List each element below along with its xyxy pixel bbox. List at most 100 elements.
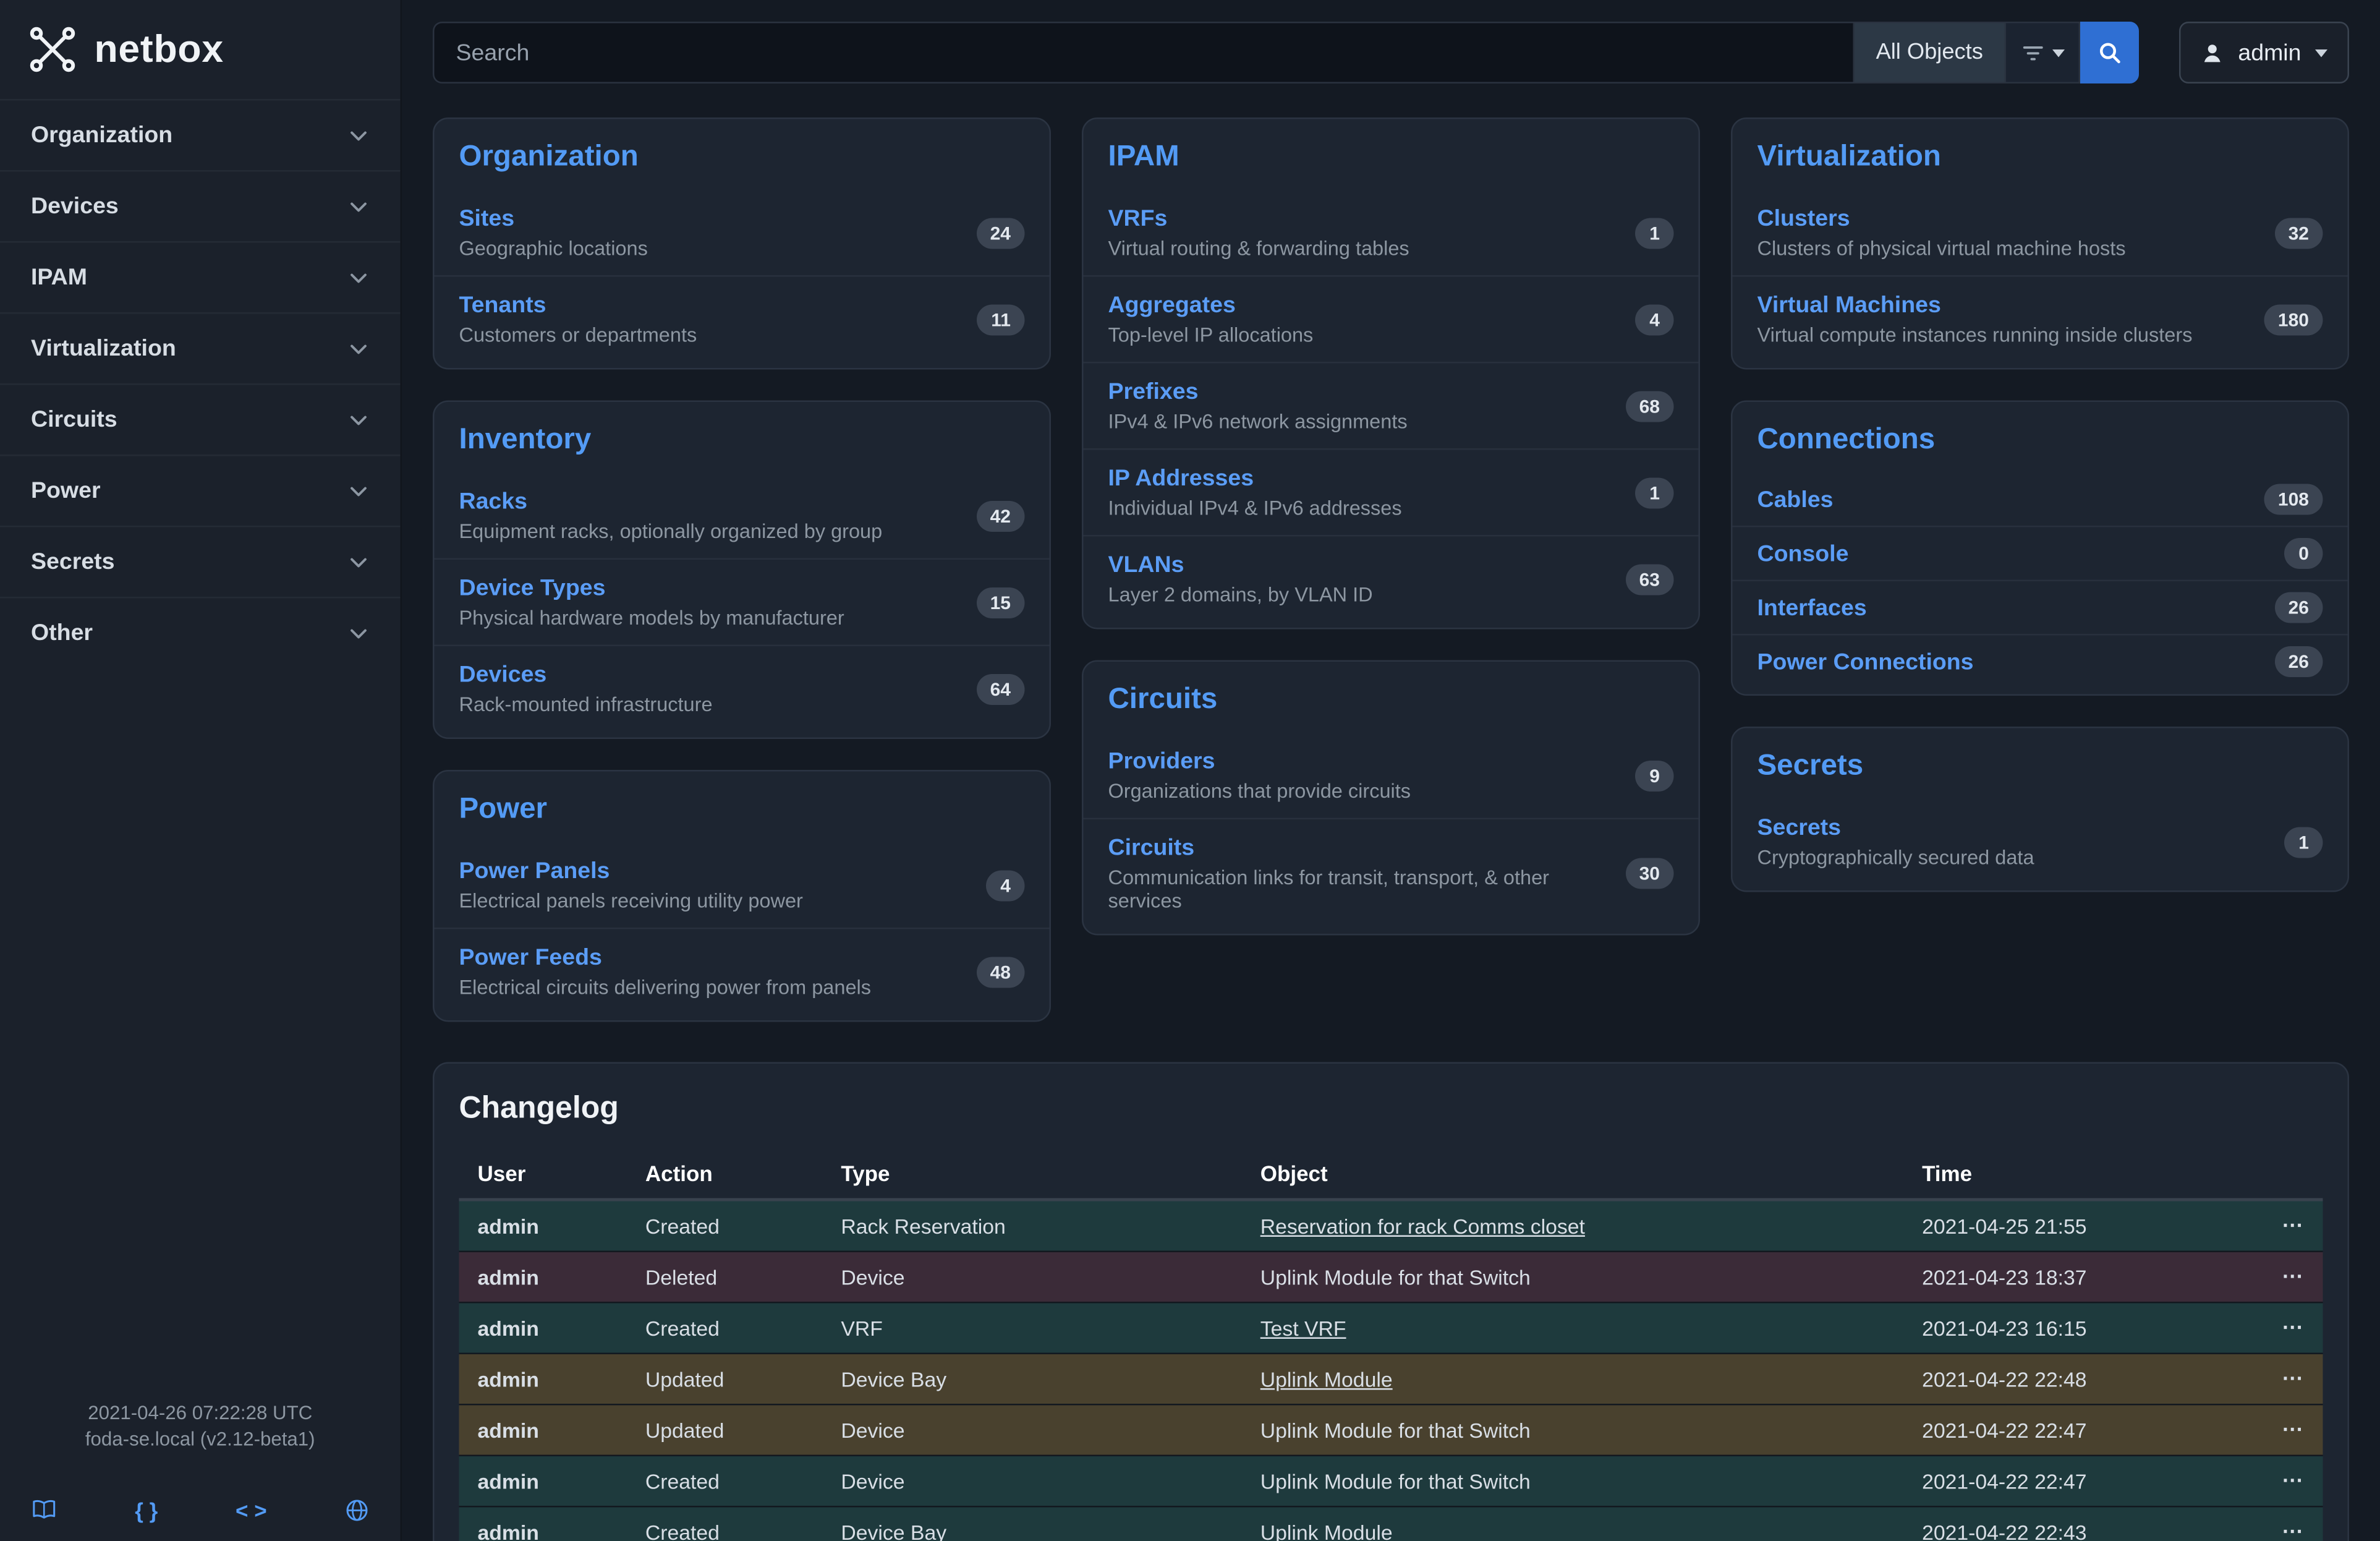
dashboard-link-aggregates[interactable]: AggregatesTop-level IP allocations4 [1084, 275, 1699, 362]
card-title: Connections [1733, 402, 2348, 473]
changelog-object-link[interactable]: Uplink Module [1260, 1367, 1393, 1391]
changelog-object-link[interactable]: Reservation for rack Comms closet [1260, 1214, 1585, 1238]
count-badge: 4 [987, 869, 1025, 900]
count-badge: 11 [977, 304, 1025, 335]
sidebar-item-devices[interactable]: Devices [0, 170, 401, 241]
row-actions-button[interactable]: ⋯ [2248, 1506, 2323, 1541]
changelog-row: adminDeletedDeviceUplink Module for that… [459, 1252, 2323, 1303]
dashboard-link-power-feeds[interactable]: Power Feeds Electrical circuits deliverin… [435, 928, 1050, 1014]
item-title[interactable]: Circuits [1108, 835, 1610, 861]
count-badge: 108 [2264, 484, 2323, 515]
sidebar-item-organization[interactable]: Organization [0, 99, 401, 170]
item-title[interactable]: Power Connections [1757, 649, 1974, 675]
code-icon[interactable]: < > [236, 1499, 267, 1521]
item-title[interactable]: Power Panels [459, 858, 803, 885]
count-badge: 63 [1625, 563, 1673, 594]
dashboard-link-vrfs[interactable]: VRFsVirtual routing & forwarding tables1 [1084, 190, 1699, 276]
community-globe-icon[interactable] [344, 1498, 369, 1522]
changelog-object-link[interactable]: Test VRF [1260, 1317, 1346, 1340]
item-title[interactable]: Console [1757, 540, 1849, 567]
item-title[interactable]: Racks [459, 489, 883, 515]
dashboard-link-providers[interactable]: ProvidersOrganizations that provide circ… [1084, 733, 1699, 818]
sidebar-item-secrets[interactable]: Secrets [0, 526, 401, 597]
item-title[interactable]: Aggregates [1108, 292, 1314, 319]
sidebar-item-circuits[interactable]: Circuits [0, 383, 401, 455]
chevron-down-icon [348, 622, 370, 644]
object-type-selector[interactable]: All Objects [1853, 22, 2006, 83]
item-title[interactable]: VRFs [1108, 206, 1409, 233]
changelog-action: Created [627, 1200, 823, 1252]
dashboard-link-console[interactable]: Console 0 [1733, 526, 2348, 580]
chevron-down-icon [348, 480, 370, 502]
changelog-col-action: Action [627, 1149, 823, 1200]
filter-dropdown-button[interactable] [2006, 22, 2080, 83]
dashboard-link-sites[interactable]: SitesGeographic locations24 [435, 190, 1050, 276]
item-description: Electrical circuits delivering power fro… [459, 976, 872, 999]
card-title: Secrets [1733, 728, 2348, 800]
item-title[interactable]: Tenants [459, 292, 697, 319]
caret-down-icon [2315, 49, 2327, 57]
dashboard-link-devices[interactable]: DevicesRack-mounted infrastructure64 [435, 645, 1050, 732]
brand[interactable]: netbox [0, 0, 401, 99]
footer-host-version: foda-se.local (v2.12-beta1) [22, 1427, 379, 1454]
item-text: ProvidersOrganizations that provide circ… [1108, 748, 1411, 803]
row-actions-button[interactable]: ⋯ [2248, 1354, 2323, 1405]
count-badge: 0 [2285, 538, 2323, 569]
search-submit-button[interactable] [2080, 22, 2139, 83]
item-title[interactable]: Virtual Machines [1757, 292, 2193, 319]
dashboard-link-cables[interactable]: Cables 108 [1733, 473, 2348, 526]
dashboard-link-prefixes[interactable]: PrefixesIPv4 & IPv6 network assignments6… [1084, 362, 1699, 448]
chevron-down-icon [348, 267, 370, 288]
item-title[interactable]: Interfaces [1757, 594, 1867, 621]
item-title[interactable]: VLANs [1108, 552, 1373, 579]
item-title[interactable]: Power Feeds [459, 945, 872, 971]
sidebar-item-label: Virtualization [31, 336, 176, 362]
item-text: Device TypesPhysical hardware models by … [459, 575, 844, 630]
dashboard-grid: OrganizationSitesGeographic locations24T… [433, 117, 2349, 1022]
item-title[interactable]: Devices [459, 662, 713, 688]
dashboard-link-tenants[interactable]: TenantsCustomers or departments11 [435, 275, 1050, 362]
sidebar-item-virtualization[interactable]: Virtualization [0, 312, 401, 383]
item-title[interactable]: Sites [459, 206, 648, 233]
sidebar-item-power[interactable]: Power [0, 455, 401, 526]
item-title[interactable]: Prefixes [1108, 379, 1408, 406]
dashboard-link-clusters[interactable]: ClustersClusters of physical virtual mac… [1733, 190, 2348, 276]
item-title[interactable]: Providers [1108, 748, 1411, 775]
changelog-object-link[interactable]: Uplink Module [1260, 1521, 1393, 1541]
docs-book-icon[interactable] [31, 1498, 57, 1522]
sidebar-footer-icons: { } < > [22, 1498, 379, 1522]
item-description: IPv4 & IPv6 network assignments [1108, 410, 1408, 433]
item-title[interactable]: Clusters [1757, 206, 2126, 233]
user-menu-button[interactable]: admin [2179, 22, 2349, 83]
dashboard-link-secrets[interactable]: SecretsCryptographically secured data1 [1733, 800, 2348, 885]
row-actions-button[interactable]: ⋯ [2248, 1302, 2323, 1354]
item-title[interactable]: Device Types [459, 575, 844, 602]
sidebar-item-other[interactable]: Other [0, 597, 401, 668]
dashboard-link-power-panels[interactable]: Power PanelsElectrical panels receiving … [435, 843, 1050, 928]
dashboard-link-power-connections[interactable]: Power Connections26 [1733, 634, 2348, 688]
dashboard-link-circuits[interactable]: CircuitsCommunication links for transit,… [1084, 818, 1699, 928]
row-actions-button[interactable]: ⋯ [2248, 1404, 2323, 1456]
dashboard-link-racks[interactable]: RacksEquipment racks, optionally organiz… [435, 473, 1050, 558]
dashboard-link-ip-addresses[interactable]: IP AddressesIndividual IPv4 & IPv6 addre… [1084, 448, 1699, 535]
dashboard-link-interfaces[interactable]: Interfaces26 [1733, 580, 2348, 634]
item-text: VRFs Virtual routing & forwarding tables [1108, 206, 1409, 260]
item-title[interactable]: IP Addresses [1108, 466, 1402, 492]
item-title[interactable]: Secrets [1757, 815, 2034, 842]
changelog-time: 2021-04-23 16:15 [1903, 1302, 2248, 1354]
dashboard-link-virtual-machines[interactable]: Virtual Machines Virtual compute instance… [1733, 275, 2348, 362]
card-title: Power [435, 772, 1050, 843]
row-actions-button[interactable]: ⋯ [2248, 1456, 2323, 1507]
api-braces-icon[interactable]: { } [135, 1499, 158, 1521]
row-actions-button[interactable]: ⋯ [2248, 1200, 2323, 1252]
main-content: All Objects admin OrganizationSitesGeogr… [402, 0, 2380, 1541]
sidebar-item-ipam[interactable]: IPAM [0, 241, 401, 312]
item-title[interactable]: Cables [1757, 486, 1834, 513]
count-badge: 64 [976, 673, 1024, 704]
dashboard-link-device-types[interactable]: Device TypesPhysical hardware models by … [435, 558, 1050, 645]
row-actions-button[interactable]: ⋯ [2248, 1252, 2323, 1303]
item-description: Virtual routing & forwarding tables [1108, 237, 1409, 260]
item-description: Virtual compute instances running inside… [1757, 323, 2193, 347]
dashboard-link-vlans[interactable]: VLANsLayer 2 domains, by VLAN ID63 [1084, 535, 1699, 621]
search-input[interactable] [433, 22, 1853, 83]
